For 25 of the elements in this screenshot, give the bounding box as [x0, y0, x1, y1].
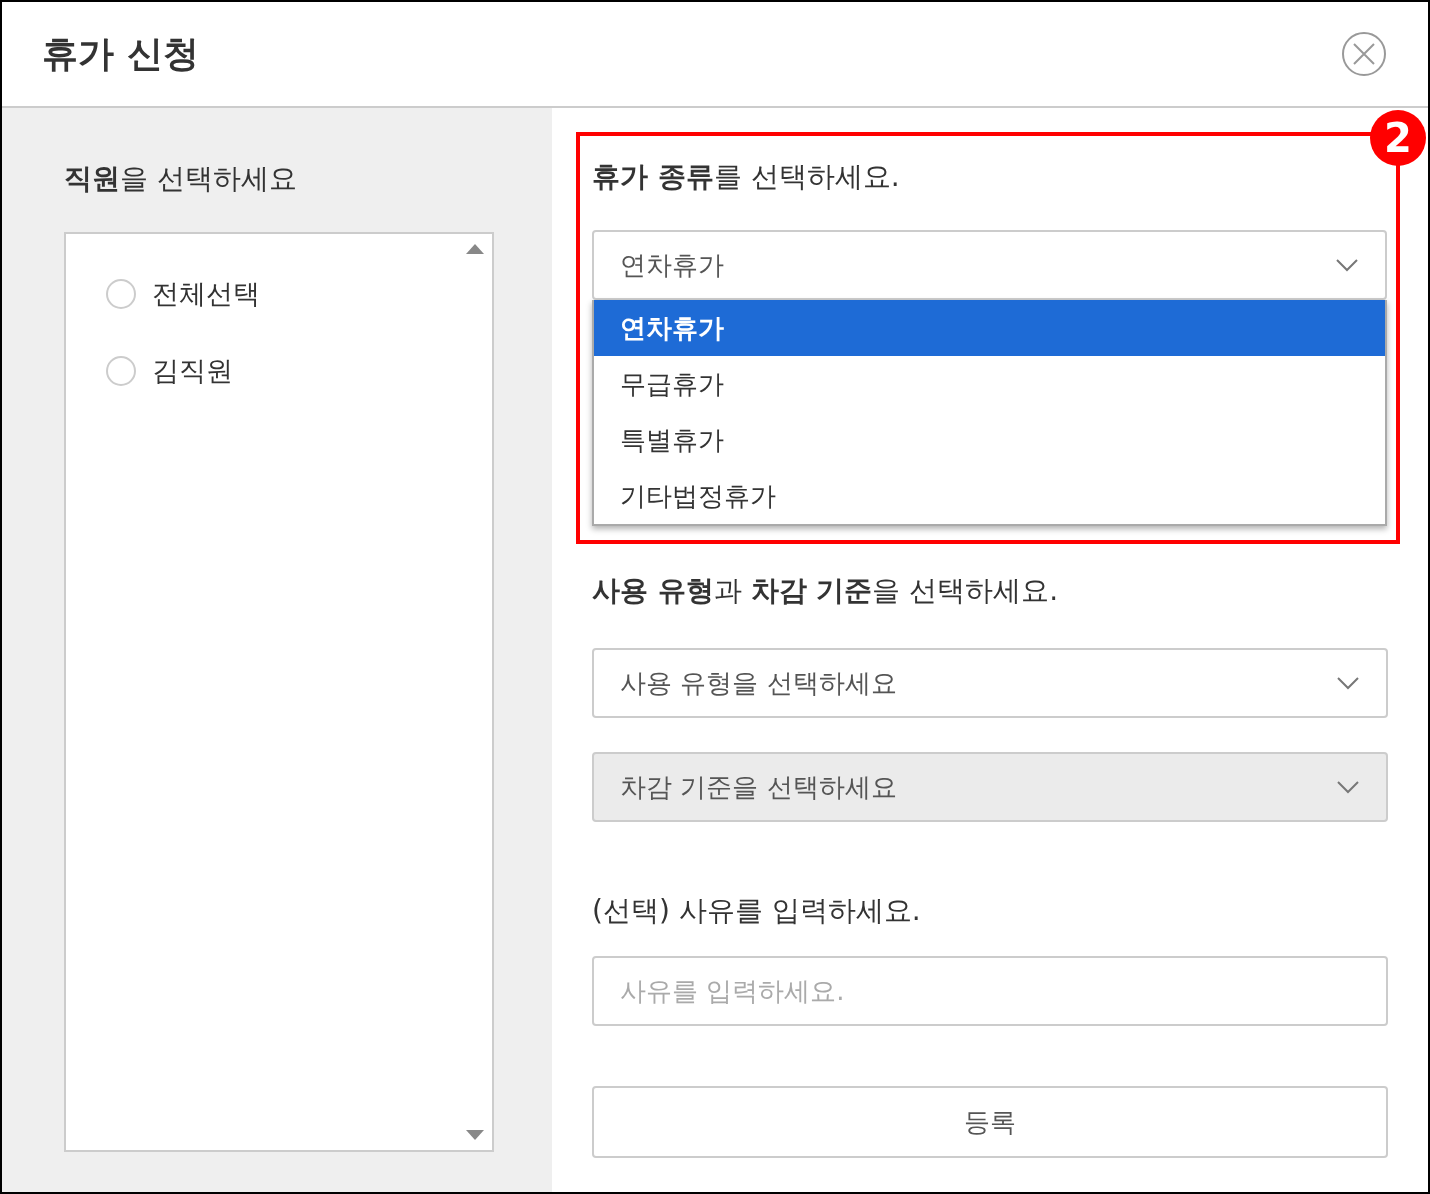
dropdown-option[interactable]: 연차휴가	[594, 300, 1385, 356]
section-heading: 휴가 종류를 선택하세요.	[592, 159, 901, 195]
section-heading: 사용 유형과 차감 기준을 선택하세요.	[592, 573, 1060, 609]
scroll-up-icon	[466, 244, 484, 254]
submit-button[interactable]: 등록	[592, 1086, 1388, 1158]
section-heading: 직원을 선택하세요	[64, 161, 298, 197]
deduction-select: 차감 기준을 선택하세요	[592, 752, 1388, 822]
chevron-down-icon	[1335, 258, 1359, 272]
scroll-down-icon	[466, 1130, 484, 1140]
dialog-title: 휴가 신청	[42, 32, 199, 76]
close-button[interactable]	[1340, 30, 1388, 78]
dropdown-option[interactable]: 기타법정휴가	[594, 468, 1385, 524]
radio-button[interactable]	[106, 279, 136, 310]
annotation-number: 2	[1370, 110, 1426, 166]
dropdown-option[interactable]: 무급휴가	[594, 356, 1385, 412]
dropdown-option[interactable]: 특별휴가	[594, 412, 1385, 468]
leave-type-select[interactable]: 연차휴가	[592, 230, 1387, 300]
employee-option-label[interactable]: 전체선택	[152, 274, 260, 315]
chevron-down-icon	[1336, 676, 1360, 690]
chevron-down-icon	[1336, 780, 1360, 794]
employee-option-label[interactable]: 김직원	[152, 350, 233, 391]
radio-button[interactable]	[106, 355, 136, 386]
reason-input-field[interactable]: 사유를 입력하세요.	[592, 956, 1388, 1026]
section-heading: (선택) 사유를 입력하세요.	[592, 893, 922, 929]
usage-type-select[interactable]: 사용 유형을 선택하세요	[592, 648, 1388, 718]
